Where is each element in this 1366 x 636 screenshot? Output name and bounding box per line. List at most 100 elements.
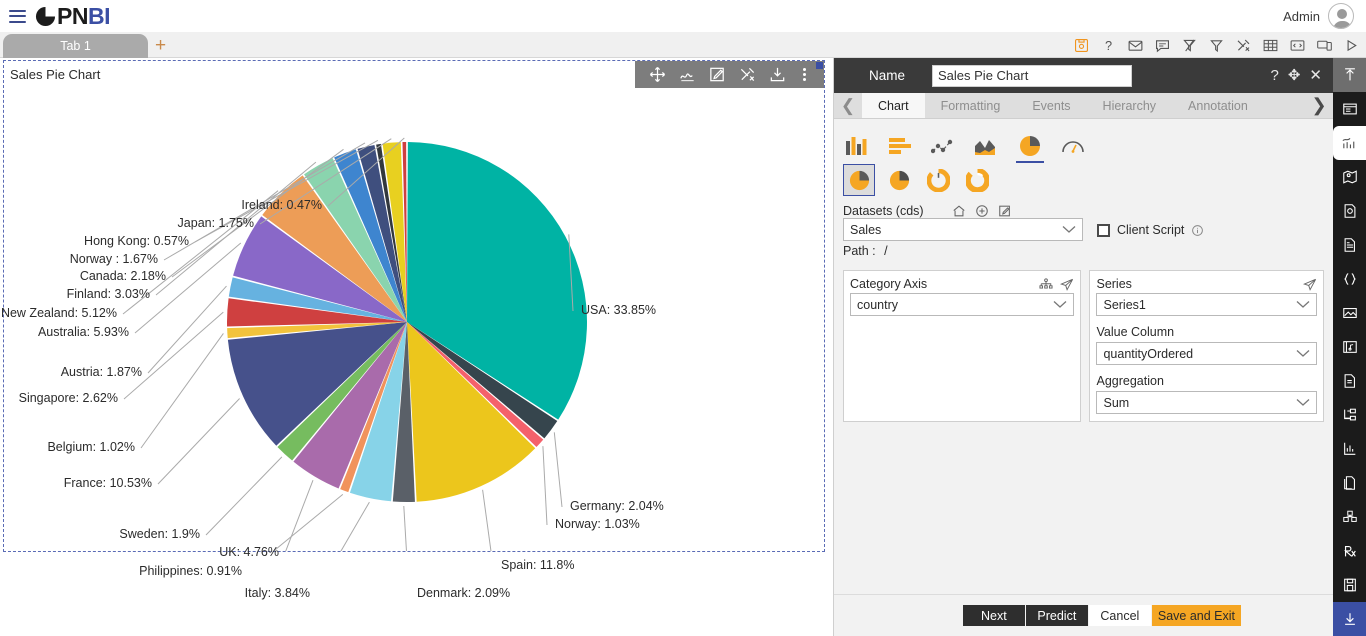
table-icon[interactable] [1262,37,1279,54]
pie-slice-label: Australia: 5.93% [37,325,129,339]
chart-widget[interactable]: Sales Pie Chart USA: 33.85% Germany: 2.0… [0,60,825,600]
image-doc-icon[interactable] [1333,194,1366,228]
logo-pie-icon [35,6,56,27]
tab-formatting[interactable]: Formatting [925,93,1017,118]
devices-icon[interactable] [1316,37,1333,54]
move-icon[interactable] [648,65,667,84]
filter-icon[interactable] [1208,37,1225,54]
send-icon[interactable] [1303,278,1317,291]
series-select[interactable]: Series1 [1096,293,1317,316]
copy-doc-icon[interactable] [1333,466,1366,500]
save-and-exit-button[interactable]: Save and Exit [1151,605,1241,626]
chevron-down-icon [1296,350,1310,357]
bar-stats-icon[interactable] [1333,432,1366,466]
gauge-chart-icon[interactable] [1058,132,1088,160]
user-name: Admin [1283,8,1320,24]
mail-icon[interactable] [1127,37,1144,54]
send-icon[interactable] [1060,278,1074,291]
next-button[interactable]: Next [962,605,1025,626]
tab-1[interactable]: Tab 1 [3,34,148,58]
aggregation-select[interactable]: Sum [1096,391,1317,414]
run-icon[interactable] [1343,37,1360,54]
cubes-icon[interactable] [1333,500,1366,534]
help-icon[interactable]: ? [1271,68,1279,83]
panel-action-bar: Next Predict Cancel Save and Exit [834,594,1334,636]
pie-full-icon[interactable] [843,164,875,196]
layout-icon[interactable] [1333,92,1366,126]
path-label: Path : [843,244,876,258]
bar-chart-icon[interactable] [886,132,916,160]
hierarchy-icon[interactable] [1039,277,1054,291]
braces-icon[interactable] [1333,262,1366,296]
tab-events[interactable]: Events [1016,93,1086,118]
tab-annotation[interactable]: Annotation [1172,93,1264,118]
pie-slice-label: Denmark: 2.09% [417,586,511,600]
code-icon[interactable] [1289,37,1306,54]
collapse-up-icon[interactable] [1333,58,1366,92]
pie-leader-line [284,480,314,554]
download-icon[interactable] [768,65,787,84]
menu-hamburger-icon[interactable] [9,9,26,23]
path-value: / [884,244,888,258]
donut-icon[interactable] [923,166,953,194]
pie-slice-label: Spain: 11.8% [501,558,575,572]
chart-name-input[interactable] [932,64,1132,87]
column-chart-icon[interactable] [843,132,873,160]
edit-icon[interactable] [708,65,727,84]
avatar[interactable] [1328,3,1354,29]
chart-type-picker [834,119,1333,202]
settings-tools-icon[interactable] [738,65,757,84]
pie-leader-line [482,489,494,567]
tools-icon[interactable] [1235,37,1252,54]
client-script-row[interactable]: Client Script [1097,223,1204,237]
widget-resize-handle[interactable] [816,62,823,69]
pie-slice-label: New Zealand: 5.12% [0,306,117,320]
series-header: Series [1096,275,1317,293]
cancel-button[interactable]: Cancel [1088,605,1151,626]
comment-icon[interactable] [1154,37,1171,54]
user-area[interactable]: Admin [1283,3,1354,29]
tabs-prev-arrow[interactable]: ❮ [834,93,862,118]
file-text-icon[interactable] [1333,364,1366,398]
panel-header: Name ? ✥ ✕ [834,58,1333,93]
tab-hierarchy[interactable]: Hierarchy [1087,93,1173,118]
edit-icon[interactable] [998,204,1012,218]
map-icon[interactable] [1333,160,1366,194]
analytics-chart-icon[interactable] [1333,126,1366,160]
scatter-chart-icon[interactable] [929,132,959,160]
document-icon[interactable] [1333,228,1366,262]
media-icon[interactable] [1333,330,1366,364]
predict-button[interactable]: Predict [1025,605,1088,626]
more-options-icon[interactable] [798,68,812,81]
picture-icon[interactable] [1333,296,1366,330]
pie-leader-line [542,446,548,526]
close-icon[interactable]: ✕ [1309,68,1322,83]
add-circle-icon[interactable] [975,204,989,218]
save-doc-icon[interactable] [1333,568,1366,602]
pie-chart[interactable]: USA: 33.85% Germany: 2.04% Norway: 1.03% Sp… [0,88,824,600]
category-axis-box: Category Axis country [843,270,1082,422]
pie-slice-label: Sweden: 1.9% [119,527,200,541]
pie-leader-line [553,432,563,508]
prescription-icon[interactable] [1333,534,1366,568]
save-icon[interactable] [1073,37,1090,54]
client-script-checkbox[interactable] [1097,223,1110,237]
donut-thick-icon[interactable] [962,166,992,194]
info-icon[interactable] [1191,224,1204,237]
value-column-select[interactable]: quantityOrdered [1096,342,1317,365]
area-chart-icon[interactable] [972,132,1002,160]
pie-half-icon[interactable] [884,166,914,194]
clear-filter-icon[interactable] [1181,37,1198,54]
datasets-select[interactable]: Sales [843,218,1083,241]
category-axis-select[interactable]: country [850,293,1075,316]
add-tab-button[interactable]: + [155,35,166,56]
tree-nodes-icon[interactable] [1333,398,1366,432]
home-icon[interactable] [952,204,966,218]
tab-chart[interactable]: Chart [862,93,925,118]
move-icon[interactable]: ✥ [1288,68,1301,83]
help-icon[interactable]: ? [1100,37,1117,54]
tabs-next-arrow[interactable]: ❯ [1305,93,1333,118]
pie-chart-icon[interactable] [1015,132,1045,163]
chart-line-icon[interactable] [678,65,697,84]
download-icon[interactable] [1333,602,1366,636]
